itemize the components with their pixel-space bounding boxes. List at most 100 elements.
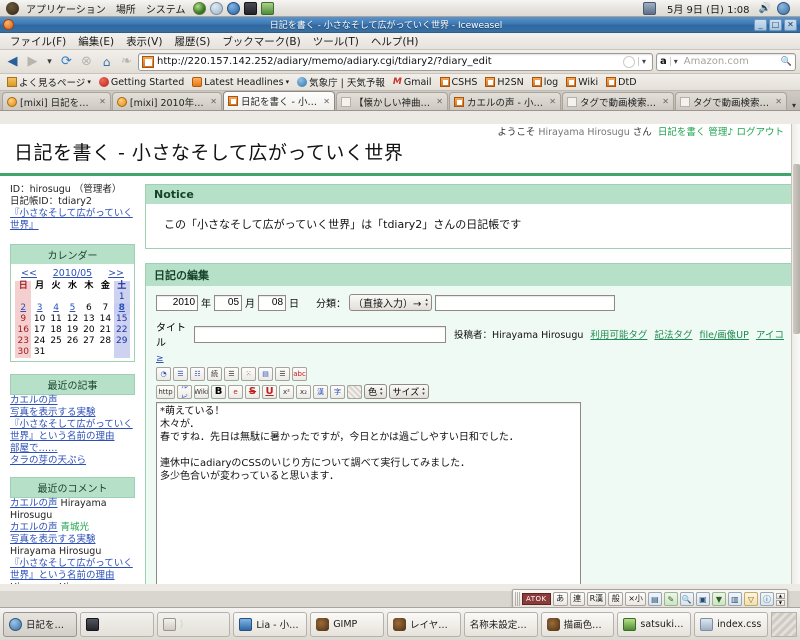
bookmark-frequent[interactable]: よく見るページ ▾ <box>4 75 94 89</box>
strike-icon[interactable]: S <box>245 384 261 399</box>
ime-spin-buttons[interactable]: ▲ ▼ <box>775 592 785 606</box>
close-icon[interactable]: ✕ <box>662 97 669 106</box>
calendar-day-cell[interactable]: 30 <box>15 347 32 358</box>
palette-icon[interactable]: ▤ <box>647 592 662 606</box>
comment-title-link[interactable]: カエルの声 <box>10 498 58 509</box>
continue-icon[interactable]: 続 <box>207 367 223 381</box>
page-scrollbar[interactable] <box>791 124 800 584</box>
bookmark-gmail[interactable]: M Gmail <box>390 77 435 88</box>
calendar-day-cell[interactable]: 1 <box>113 292 131 303</box>
taskbar-item-untitled[interactable]: 名称未設定… <box>463 611 538 637</box>
user-icon[interactable] <box>777 1 790 15</box>
underline-icon[interactable]: U <box>262 384 278 399</box>
calendar-day-cell[interactable]: 14 <box>97 314 113 325</box>
calendar-day-cell[interactable]: 4 <box>48 303 64 314</box>
link-manage[interactable]: 管理♪ <box>708 127 733 138</box>
panel-clock[interactable]: 5月 9日 (日) 1:08 <box>662 1 755 16</box>
bookmark-getting-started[interactable]: Getting Started <box>96 77 187 88</box>
tab-mixi-2010[interactable]: [mixi] 2010年4... ✕ <box>111 92 222 110</box>
tab-frog-voice[interactable]: カエルの声 - 小さ... ✕ <box>448 92 561 110</box>
ruby3-icon[interactable]: 字 <box>330 384 346 399</box>
search-input[interactable]: Amazon.com <box>684 56 778 67</box>
outdent-icon[interactable]: ⁙ <box>241 367 257 381</box>
panel-menu-places[interactable]: 場所 <box>111 1 141 16</box>
color-select[interactable]: 色 ▴ ▾ <box>364 384 387 399</box>
calendar-next-link[interactable]: >> <box>108 268 124 279</box>
calendar-day-cell[interactable]: 23 <box>15 336 32 347</box>
magnifier-icon[interactable]: 🔍 <box>781 57 792 67</box>
ime-conversion-button[interactable]: 連 <box>569 592 585 606</box>
search-engine-icon[interactable]: a <box>660 56 667 67</box>
close-icon[interactable]: ✕ <box>436 97 443 106</box>
calendar-day-cell[interactable]: 26 <box>64 336 80 347</box>
link-write-diary[interactable]: 日記を書く <box>658 127 706 138</box>
workspace-switcher[interactable] <box>770 611 797 637</box>
search-bar[interactable]: a ▾ Amazon.com 🔍 <box>656 52 796 71</box>
forward-arrow-icon[interactable]: ▶ <box>24 53 41 70</box>
ime-style-button[interactable]: 般 <box>608 592 624 606</box>
window-icon[interactable]: ▣ <box>695 592 710 606</box>
recent-article-link[interactable]: 写真を表示する実験 <box>10 407 96 418</box>
tab-tag-search-1[interactable]: タグで動画検索 2... ✕ <box>561 92 674 110</box>
calendar-day-cell[interactable]: 18 <box>48 325 64 336</box>
go-icon[interactable] <box>622 55 635 68</box>
calendar-day-link[interactable]: 2 <box>20 303 26 313</box>
calendar-day-cell[interactable]: 31 <box>31 347 47 358</box>
link-syntax-tags[interactable]: 記法タグ <box>654 330 692 341</box>
wiki-icon[interactable]: Wiki <box>194 384 210 399</box>
dict-icon[interactable]: ▼ <box>711 592 726 606</box>
recent-article-link[interactable]: タラの芽の天ぷら <box>10 455 86 466</box>
list-ul-icon[interactable]: ☰ <box>173 367 189 381</box>
taskbar-item-terminal[interactable] <box>79 611 154 637</box>
bookmark-cshs[interactable]: CSHS <box>437 77 481 88</box>
calendar-day-link[interactable]: 4 <box>53 303 59 313</box>
comment-title-link[interactable]: 写真を表示する実験 <box>10 534 96 545</box>
calendar-day-cell[interactable]: 8 <box>113 303 131 314</box>
calendar-day-cell[interactable]: 24 <box>31 336 47 347</box>
tool-icon[interactable]: ▥ <box>727 592 742 606</box>
tab-tag-search-2[interactable]: タグで動画検索 2... ✕ <box>674 92 787 110</box>
scrollbar-thumb[interactable] <box>793 164 800 334</box>
close-icon[interactable]: ✕ <box>323 97 330 106</box>
calendar-day-cell[interactable]: 6 <box>81 303 97 314</box>
calendar-day-cell[interactable]: 13 <box>81 314 97 325</box>
close-icon[interactable]: ✕ <box>99 97 106 106</box>
anchor-link[interactable]: ≥ <box>156 354 164 364</box>
calendar-day-link[interactable]: 5 <box>70 303 76 313</box>
tab-diary-edit[interactable]: 日記を書く - 小さ... ✕ <box>222 91 335 110</box>
calendar-day-cell[interactable]: 2 <box>15 303 32 314</box>
bookmark-icon[interactable]: ❧ <box>118 53 135 70</box>
taskbar-item-layers[interactable]: レイヤー，… <box>386 611 461 637</box>
recent-article-link[interactable]: 部屋で…… <box>10 443 58 454</box>
tab-mixi-diary[interactable]: [mixi] 日記を書く ✕ <box>2 92 111 110</box>
menu-history[interactable]: 履歴(S) <box>168 33 216 50</box>
bookmark-log[interactable]: log <box>529 77 561 88</box>
menu-view[interactable]: 表示(V) <box>120 33 168 50</box>
menu-help[interactable]: ヘルプ(H) <box>365 33 425 50</box>
calendar-day-cell[interactable]: 3 <box>31 303 47 314</box>
taskbar-item-index-css[interactable]: index.css <box>694 611 768 637</box>
pen-icon[interactable]: ✎ <box>663 592 678 606</box>
chevron-down-icon[interactable]: ▾ <box>44 53 55 70</box>
ruby2-icon[interactable]: 漢 <box>313 384 329 399</box>
calendar-day-cell[interactable]: 15 <box>113 314 131 325</box>
link-file-image-upload[interactable]: file/画像UP <box>700 330 749 341</box>
firefox-icon[interactable] <box>226 1 240 15</box>
taskbar-item-change-color[interactable]: 描画色を変更 <box>540 611 615 637</box>
link-icon[interactable]: ◔ <box>156 367 172 381</box>
calendar-day-cell[interactable]: 28 <box>97 336 113 347</box>
stop-icon[interactable]: ⊗ <box>78 53 95 70</box>
ime-drag-handle[interactable] <box>515 592 520 606</box>
app-icon[interactable] <box>260 1 274 15</box>
panel-menu-applications[interactable]: アプリケーション <box>21 1 111 16</box>
http-icon[interactable]: http <box>156 384 176 399</box>
calendar-day-cell[interactable]: 16 <box>15 325 32 336</box>
url-bar[interactable]: http://220.157.142.252/adiary/memo/adiar… <box>138 52 653 71</box>
recent-article-link[interactable]: 『小さなそして広がっていく世界』という名前の理由 <box>10 419 133 442</box>
category-select[interactable]: （直接入力）→ ▴ ▾ <box>349 294 432 311</box>
table-icon[interactable]: ▤ <box>258 367 274 381</box>
globe-icon[interactable] <box>192 1 206 15</box>
bookmark-latest-headlines[interactable]: Latest Headlines ▾ <box>189 77 292 88</box>
calendar-day-cell[interactable]: 21 <box>97 325 113 336</box>
info-icon[interactable]: ⓘ <box>759 592 774 606</box>
